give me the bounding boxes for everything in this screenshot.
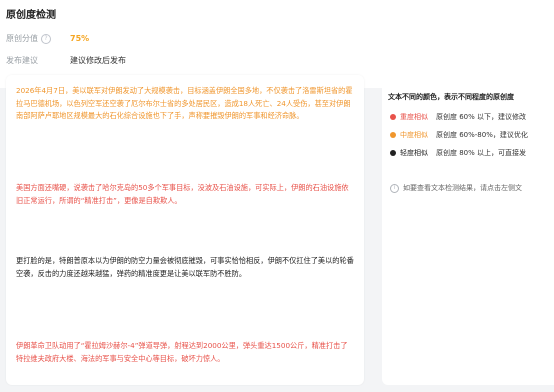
legend-panel: 文本不同的颜色，表示不同程度的原创度 重度相似 原创度 60% 以下，建议修改 … <box>382 75 554 385</box>
legend-title: 文本不同的颜色，表示不同程度的原创度 <box>388 93 514 101</box>
hint-text: i 如要查看文本检测结果，请点击左侧文 <box>390 183 522 193</box>
legend-item-medium: 中度相似 原创度 60%-80%，建议优化 <box>390 130 528 140</box>
paragraph-4[interactable]: 伊朗革命卫队动用了“霍拉姆沙赫尔-4”弹道导弹，射程达到2000公里，弹头重达1… <box>16 340 354 365</box>
legend-item-light: 轻度相似 原创度 80% 以上，可直接发 <box>390 148 526 158</box>
suggest-value: 建议修改后发布 <box>70 56 126 65</box>
score-row: 原创分值 ? 75% <box>6 33 89 44</box>
red-dot-icon <box>390 114 396 120</box>
info-icon: i <box>390 183 399 193</box>
suggest-row: 发布建议 建议修改后发布 <box>6 55 126 66</box>
help-icon[interactable]: ? <box>41 33 51 44</box>
suggest-label: 发布建议 <box>6 56 38 65</box>
legend-item-heavy: 重度相似 原创度 60% 以下，建议修改 <box>390 112 526 122</box>
score-label: 原创分值 <box>6 34 38 43</box>
paragraph-3[interactable]: 更打脸的是，特朗普原本以为伊朗的防空力量会被彻底摧毁，可事实恰恰相反，伊朗不仅扛… <box>16 255 354 280</box>
score-value: 75% <box>70 34 90 43</box>
paragraph-1[interactable]: 2026年4月7日，美以联军对伊朗发动了大规模袭击，目标涵盖伊朗全国多地，不仅袭… <box>16 85 354 123</box>
black-dot-icon <box>390 150 396 156</box>
content-panel: 2026年4月7日，美以联军对伊朗发动了大规模袭击，目标涵盖伊朗全国多地，不仅袭… <box>6 75 364 385</box>
orange-dot-icon <box>390 132 396 138</box>
paragraph-2[interactable]: 美国方面还嘴硬，说袭击了哈尔克岛的50多个军事目标，没波及石油设施，可实际上，伊… <box>16 182 354 207</box>
page-title: 原创度检测 <box>6 10 56 21</box>
